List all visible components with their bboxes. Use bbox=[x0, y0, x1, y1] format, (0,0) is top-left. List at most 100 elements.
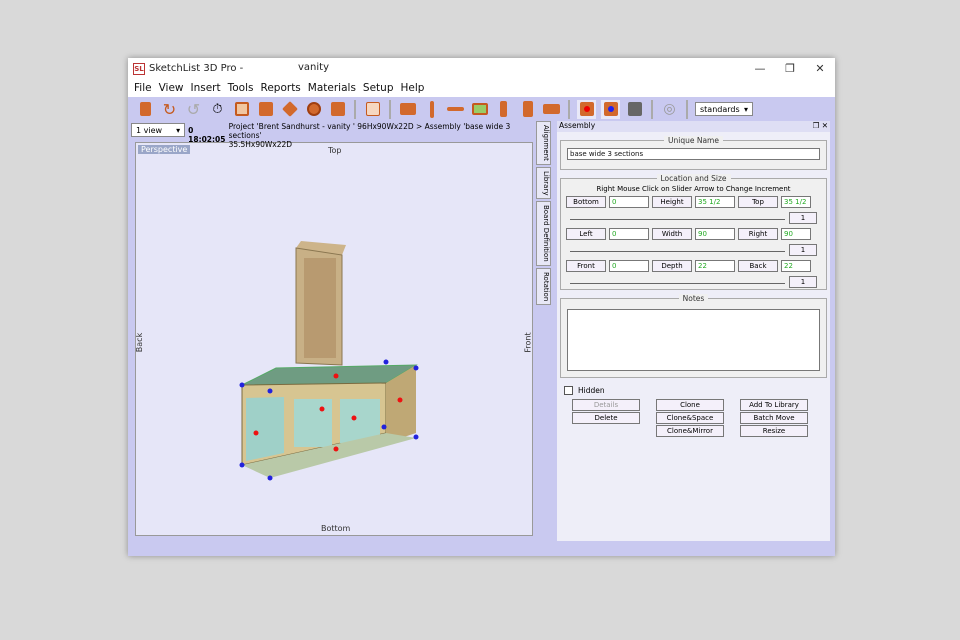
standards-dropdown[interactable]: standards ▾ bbox=[695, 102, 753, 116]
drawing-button[interactable] bbox=[232, 100, 251, 119]
panel-button[interactable] bbox=[328, 100, 347, 119]
height-input[interactable]: 35 1/2 bbox=[695, 196, 735, 208]
batch-move-button[interactable]: Batch Move bbox=[740, 412, 808, 424]
add-panel-button[interactable] bbox=[470, 100, 489, 119]
left-input[interactable]: 0 bbox=[609, 228, 649, 240]
camera-button[interactable] bbox=[256, 100, 275, 119]
depth-slider[interactable]: 1 bbox=[566, 275, 821, 289]
horizontal-board-button[interactable] bbox=[446, 100, 465, 119]
tape-icon: ◎ bbox=[663, 101, 676, 117]
back-button[interactable]: Back bbox=[738, 260, 778, 272]
app-window: SL SketchList 3D Pro - vanity — ❐ ✕ File… bbox=[128, 58, 835, 556]
table-button[interactable] bbox=[363, 100, 382, 119]
menu-insert[interactable]: Insert bbox=[191, 82, 221, 94]
tab-alignment[interactable]: Alignment bbox=[536, 121, 551, 165]
location-size-title: Location and Size bbox=[656, 174, 731, 183]
hardware-button[interactable] bbox=[494, 100, 513, 119]
redo-icon: ↺ bbox=[186, 99, 201, 119]
horizontal-slider[interactable]: 1 bbox=[566, 243, 821, 257]
bottom-input[interactable]: 0 bbox=[609, 196, 649, 208]
maximize-button[interactable]: ❐ bbox=[775, 58, 805, 79]
measure-button[interactable] bbox=[625, 100, 644, 119]
new-document-button[interactable] bbox=[136, 100, 155, 119]
width-input[interactable]: 90 bbox=[695, 228, 735, 240]
top-button[interactable]: Top bbox=[738, 196, 778, 208]
menu-help[interactable]: Help bbox=[400, 82, 424, 94]
depth-input[interactable]: 22 bbox=[695, 260, 735, 272]
top-input[interactable]: 35 1/2 bbox=[781, 196, 811, 208]
3d-viewport[interactable]: Perspective Top Bottom Back Front bbox=[135, 142, 533, 536]
undo-button[interactable]: ↻ bbox=[160, 100, 179, 119]
toolbar: ↻ ↺ ⏱ ◎ standards ▾ bbox=[128, 97, 835, 121]
door-icon bbox=[522, 101, 533, 117]
horizontal-board-icon bbox=[447, 107, 464, 111]
standards-value: standards bbox=[700, 104, 740, 114]
delete-button[interactable]: Delete bbox=[572, 412, 640, 424]
float-icon[interactable]: ❐ bbox=[813, 121, 820, 130]
right-input[interactable]: 90 bbox=[781, 228, 811, 240]
status-bar: 1 view ▾ 0 18:02:05 Project 'Brent Sandhu… bbox=[128, 121, 533, 149]
select-red-button[interactable] bbox=[577, 99, 596, 119]
drawing-icon bbox=[234, 102, 249, 116]
width-button[interactable]: Width bbox=[652, 228, 692, 240]
tab-rotation[interactable]: Rotation bbox=[536, 268, 551, 306]
door-button[interactable] bbox=[518, 100, 537, 119]
move-button[interactable] bbox=[280, 100, 299, 119]
vertical-slider[interactable]: 1 bbox=[566, 211, 821, 225]
circle-button[interactable] bbox=[304, 100, 323, 119]
menu-file[interactable]: File bbox=[134, 82, 152, 94]
resize-button[interactable]: Resize bbox=[740, 425, 808, 437]
menu-view[interactable]: View bbox=[159, 82, 184, 94]
increment-hint: Right Mouse Click on Slider Arrow to Cha… bbox=[596, 185, 791, 193]
add-to-library-button[interactable]: Add To Library bbox=[740, 399, 808, 411]
vertical-increment-button[interactable]: 1 bbox=[789, 212, 817, 224]
menu-materials[interactable]: Materials bbox=[308, 82, 356, 94]
board-button[interactable] bbox=[398, 100, 417, 119]
unique-name-title: Unique Name bbox=[664, 136, 723, 145]
hidden-label: Hidden bbox=[578, 386, 605, 395]
horizontal-increment-button[interactable]: 1 bbox=[789, 244, 817, 256]
front-input[interactable]: 0 bbox=[609, 260, 649, 272]
menu-reports[interactable]: Reports bbox=[261, 82, 301, 94]
redo-button[interactable]: ↺ bbox=[184, 100, 203, 119]
unique-name-input[interactable]: base wide 3 sections bbox=[567, 148, 820, 160]
chevron-down-icon: ▾ bbox=[176, 125, 181, 135]
menu-setup[interactable]: Setup bbox=[363, 82, 394, 94]
depth-increment-button[interactable]: 1 bbox=[789, 276, 817, 288]
cabinet-model[interactable] bbox=[136, 143, 534, 537]
timer-button[interactable]: ⏱ bbox=[208, 100, 227, 119]
clone-space-button[interactable]: Clone&Space bbox=[656, 412, 724, 424]
close-button[interactable]: ✕ bbox=[805, 58, 835, 79]
add-panel-icon bbox=[471, 103, 488, 115]
right-button[interactable]: Right bbox=[738, 228, 778, 240]
menu-tools[interactable]: Tools bbox=[228, 82, 254, 94]
blue-point-icon bbox=[603, 102, 618, 116]
minimize-button[interactable]: — bbox=[745, 58, 775, 79]
clone-mirror-button[interactable]: Clone&Mirror bbox=[656, 425, 724, 437]
front-button[interactable]: Front bbox=[566, 260, 606, 272]
notes-textarea[interactable] bbox=[567, 309, 820, 371]
title-bar: SL SketchList 3D Pro - vanity — ❐ ✕ bbox=[128, 58, 835, 79]
drawer-icon bbox=[543, 104, 560, 114]
close-icon[interactable]: ✕ bbox=[822, 121, 828, 130]
details-button[interactable]: Details bbox=[572, 399, 640, 411]
app-title: SketchList 3D Pro - bbox=[149, 63, 244, 74]
left-button[interactable]: Left bbox=[566, 228, 606, 240]
assembly-panel: Assembly ❐ ✕ Unique Name base wide 3 sect… bbox=[557, 121, 830, 541]
clone-button[interactable]: Clone bbox=[656, 399, 724, 411]
drawer-button[interactable] bbox=[542, 100, 561, 119]
hidden-checkbox[interactable] bbox=[564, 386, 573, 395]
vertical-board-button[interactable] bbox=[422, 100, 441, 119]
tab-library[interactable]: Library bbox=[536, 166, 551, 200]
chevron-down-icon: ▾ bbox=[743, 104, 748, 114]
height-button[interactable]: Height bbox=[652, 196, 692, 208]
select-blue-button[interactable] bbox=[601, 99, 620, 119]
bottom-button[interactable]: Bottom bbox=[566, 196, 606, 208]
tape-button[interactable]: ◎ bbox=[660, 100, 679, 119]
tab-board-definition[interactable]: Board Definition bbox=[536, 201, 551, 267]
view-dropdown[interactable]: 1 view ▾ bbox=[131, 123, 186, 137]
measure-icon bbox=[627, 102, 642, 116]
back-input[interactable]: 22 bbox=[781, 260, 811, 272]
notes-title: Notes bbox=[678, 294, 709, 303]
depth-button[interactable]: Depth bbox=[652, 260, 692, 272]
